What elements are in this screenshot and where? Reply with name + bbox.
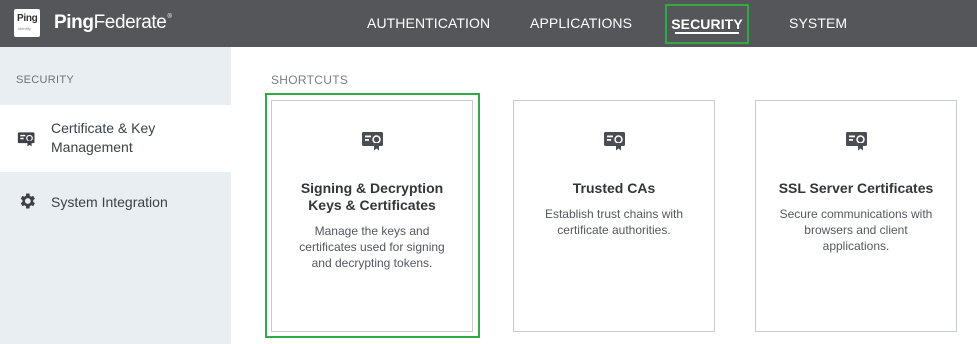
shortcuts-heading: SHORTCUTS	[271, 73, 349, 87]
badge-bottom-text: Identity	[18, 26, 31, 31]
nav-applications[interactable]: APPLICATIONS	[530, 0, 632, 47]
card-title: Signing & Decryption Keys & Certificates	[272, 180, 472, 214]
trademark: ®	[167, 14, 172, 20]
sidebar-section-title: SECURITY	[16, 74, 75, 86]
card-description-line3: and decrypting tokens.	[311, 256, 433, 270]
shortcut-card-signing-decryption[interactable]: Signing & Decryption Keys & Certificates…	[271, 100, 473, 332]
card-title-line1: Signing & Decryption	[300, 180, 444, 196]
sidebar-item-label-line2: Management	[51, 139, 133, 155]
certificate-icon	[846, 132, 867, 151]
certificate-icon	[17, 132, 35, 147]
card-description-line1: Establish trust chains with	[544, 207, 684, 221]
card-description-line2: browsers and client	[804, 223, 908, 237]
active-tab-underline	[675, 32, 739, 34]
pingfederate-logo[interactable]: Ping Identity PingFederate®	[14, 9, 172, 37]
card-title: Trusted CAs	[572, 180, 656, 196]
sidebar-item-certificate-key-management[interactable]: Certificate & Key Management	[0, 105, 231, 172]
sidebar-item-label: Certificate & Key Management	[51, 119, 155, 157]
card-title: SSL Server Certificates	[778, 180, 934, 196]
card-description: Establish trust chains with certificate …	[514, 206, 714, 238]
card-description-line3: applications.	[822, 239, 890, 253]
card-title-line2: Keys & Certificates	[308, 197, 436, 213]
sidebar-item-label-line1: Certificate & Key	[51, 120, 156, 136]
card-description-line1: Manage the keys and	[314, 224, 430, 238]
sidebar: SECURITY Certificate & Key Management Sy…	[0, 47, 231, 344]
card-description-line2: certificates used for signing	[299, 240, 445, 254]
sidebar-item-system-integration[interactable]: System Integration	[0, 175, 231, 227]
nav-authentication[interactable]: AUTHENTICATION	[367, 0, 490, 47]
card-description: Secure communications with browsers and …	[756, 206, 956, 254]
nav-security-label: SECURITY	[671, 16, 743, 32]
card-description: Manage the keys and certificates used fo…	[272, 223, 472, 271]
product-name-bold: Ping	[54, 12, 94, 33]
ping-identity-badge: Ping Identity	[14, 9, 40, 37]
nav-system[interactable]: SYSTEM	[789, 0, 847, 47]
card-description-line1: Secure communications with	[779, 207, 933, 221]
top-nav-bar: Ping Identity PingFederate® AUTHENTICATI…	[0, 0, 977, 47]
card-description-line2: certificate authorities.	[557, 223, 671, 237]
shortcut-card-ssl-server-certificates[interactable]: SSL Server Certificates Secure communica…	[755, 100, 957, 332]
shortcut-card-trusted-cas[interactable]: Trusted CAs Establish trust chains with …	[513, 100, 715, 332]
product-name: PingFederate®	[54, 12, 172, 34]
certificate-icon	[604, 132, 625, 151]
certificate-icon	[362, 132, 383, 151]
nav-security[interactable]: SECURITY	[665, 4, 749, 44]
product-name-regular: Federate	[93, 12, 167, 33]
sidebar-item-label: System Integration	[51, 194, 168, 210]
badge-top-text: Ping	[17, 13, 38, 24]
gear-icon	[20, 193, 35, 209]
